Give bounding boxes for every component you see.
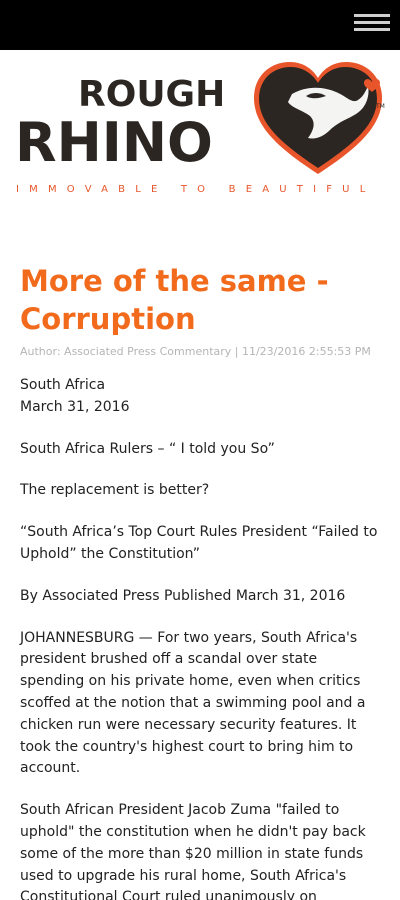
trademark-mark: TM [375, 103, 385, 110]
article-paragraph: South African President Jacob Zuma "fail… [20, 802, 366, 900]
logo-text-rhino: RHINO [15, 111, 213, 174]
site-logo[interactable]: ROUGH RHINO IMMOVABLE TO BEAUTIFUL TM [0, 50, 400, 210]
logo-tagline: IMMOVABLE TO BEAUTIFUL [16, 184, 376, 195]
menu-line [354, 28, 390, 31]
article-body: South Africa March 31, 2016 South Africa… [20, 375, 380, 900]
article-paragraph: JOHANNESBURG — For two years, South Afri… [20, 629, 366, 777]
dateline-date: March 31, 2016 [20, 398, 130, 415]
article-paragraph: The replacement is better? [20, 482, 210, 499]
dateline: South Africa March 31, 2016 [20, 375, 380, 419]
menu-line [354, 14, 390, 17]
logo-text-rough: ROUGH [78, 74, 226, 115]
article-meta: Author: Associated Press Commentary | 11… [20, 345, 371, 358]
hamburger-menu-icon[interactable] [354, 10, 390, 36]
rhino-heart-icon: TM [254, 62, 385, 174]
article-paragraph: By Associated Press Published March 31, … [20, 587, 346, 604]
top-navigation-bar [0, 0, 400, 50]
dateline-location: South Africa [20, 377, 106, 393]
menu-line [354, 21, 390, 24]
article-title: More of the same - Corruption [20, 264, 329, 336]
article-paragraph: South Africa Rulers – “ I told you So” [20, 440, 275, 457]
article: More of the same - Corruption Author: As… [20, 262, 380, 900]
article-paragraph: “South Africa’s Top Court Rules Presiden… [20, 524, 378, 562]
